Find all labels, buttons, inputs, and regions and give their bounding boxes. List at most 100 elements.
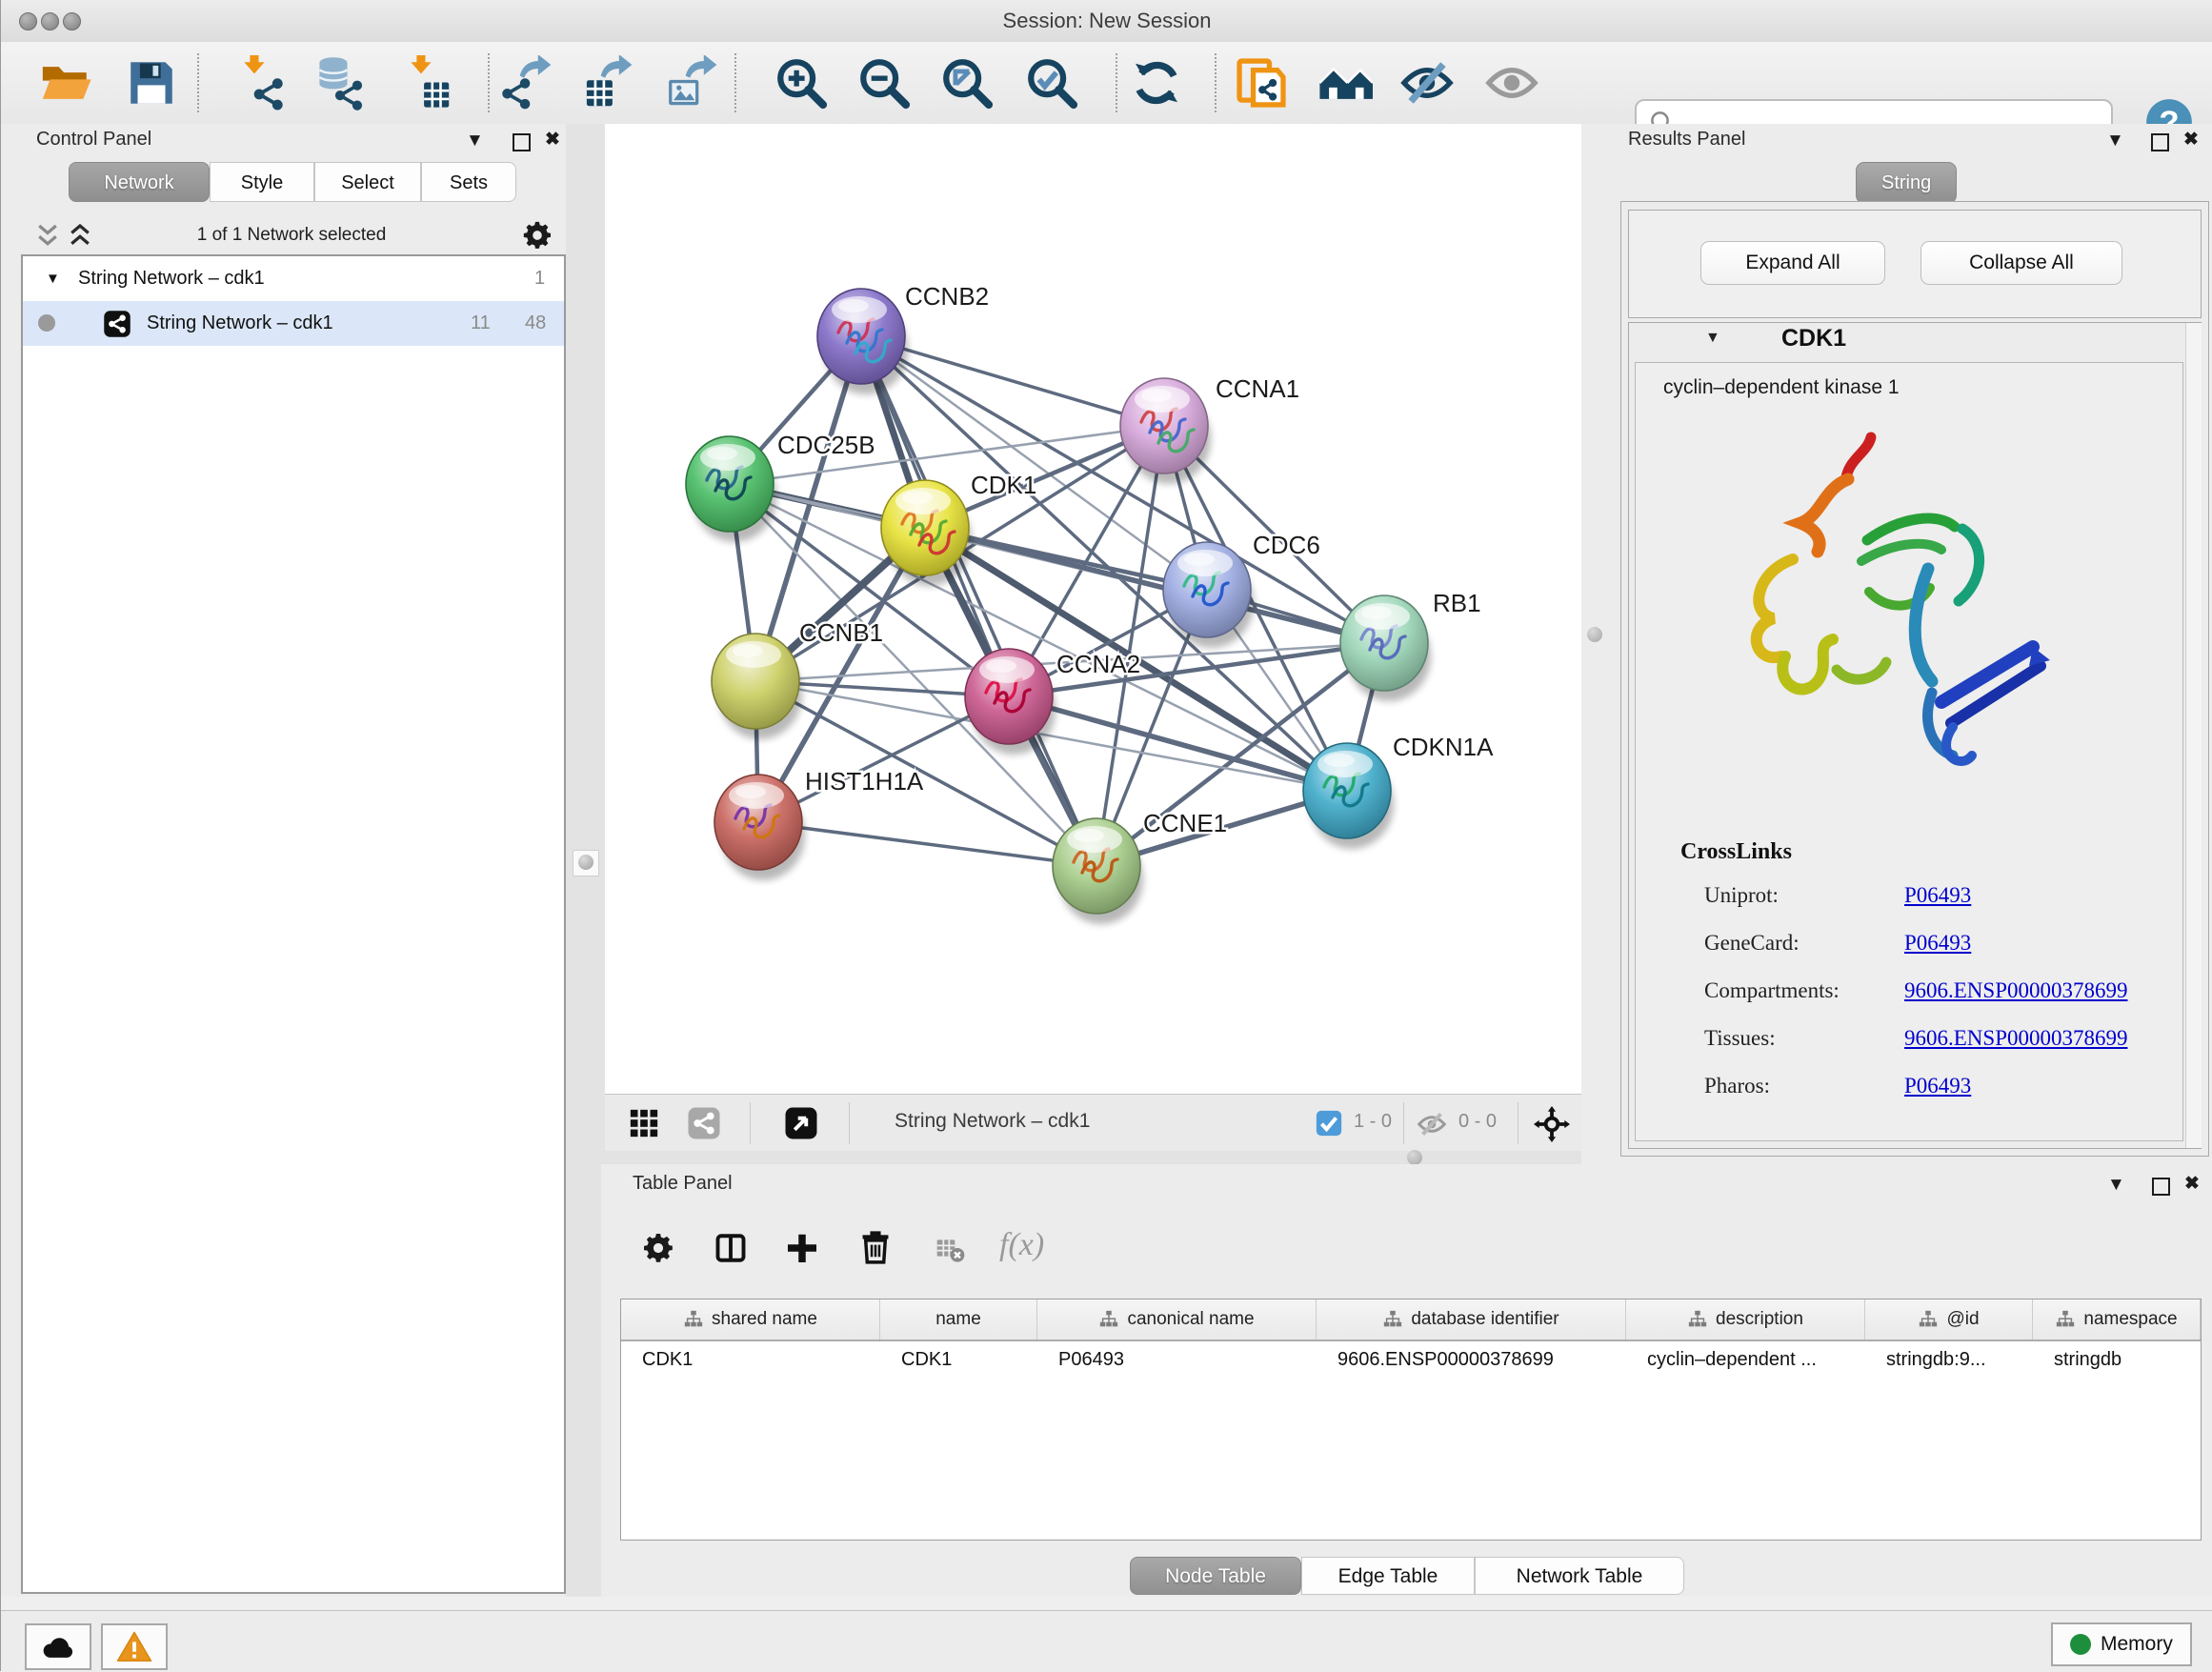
birdseye-crosshair-icon[interactable] bbox=[1534, 1106, 1570, 1142]
table-panel-close-icon[interactable]: ✖ bbox=[2184, 1173, 2200, 1195]
table-cell[interactable]: stringdb bbox=[2033, 1341, 2201, 1381]
collapse-all-networks-icon[interactable] bbox=[33, 221, 62, 250]
grid-view-icon[interactable] bbox=[628, 1107, 660, 1139]
zoom-selected-button[interactable] bbox=[1024, 55, 1079, 111]
tab-edge-table[interactable]: Edge Table bbox=[1301, 1557, 1475, 1595]
hide-selected-button[interactable] bbox=[1399, 55, 1455, 111]
results-panel-float-icon[interactable] bbox=[2151, 133, 2169, 156]
network-node-count: 11 bbox=[471, 301, 491, 346]
crosslink-label: GeneCard: bbox=[1704, 931, 1904, 956]
right-splitter-handle[interactable] bbox=[1587, 627, 1602, 642]
first-neighbors-button[interactable] bbox=[1317, 55, 1373, 111]
show-hidden-button[interactable] bbox=[1484, 55, 1539, 111]
control-panel-float-icon[interactable] bbox=[513, 133, 531, 156]
cdk1-expander-icon[interactable]: ▼ bbox=[1705, 330, 1720, 347]
import-table-button[interactable] bbox=[399, 55, 454, 111]
string-view-icon[interactable] bbox=[687, 1106, 721, 1140]
edge-CCNA1-CCNE1[interactable] bbox=[1096, 426, 1164, 866]
collapse-all-button[interactable]: Collapse All bbox=[1920, 241, 2122, 285]
toolbar-separator bbox=[1116, 53, 1117, 112]
column-header-shared-name[interactable]: shared name bbox=[621, 1299, 880, 1340]
node-CCNA1[interactable]: CCNA1 bbox=[1120, 374, 1299, 484]
node-CDC6[interactable]: CDC6 bbox=[1163, 531, 1320, 648]
table-panel-float-icon[interactable] bbox=[2152, 1178, 2170, 1200]
zoom-out-button[interactable] bbox=[856, 55, 912, 111]
crosslink-link[interactable]: 9606.ENSP00000378699 bbox=[1904, 978, 2128, 1003]
node-CCNA2[interactable]: CCNA2 bbox=[965, 649, 1140, 755]
crosslink-link[interactable]: P06493 bbox=[1904, 1074, 1971, 1098]
network-collection-row[interactable]: ▼ String Network – cdk1 1 bbox=[23, 256, 564, 301]
node-CCNB1[interactable]: CCNB1 bbox=[712, 618, 883, 739]
selected-checkbox-icon[interactable] bbox=[1315, 1109, 1343, 1138]
tab-node-table[interactable]: Node Table bbox=[1130, 1557, 1301, 1595]
column-header-name[interactable]: name bbox=[880, 1299, 1037, 1340]
column-header-canonical-name[interactable]: canonical name bbox=[1037, 1299, 1317, 1340]
crosslink-link[interactable]: P06493 bbox=[1904, 931, 1971, 956]
clone-network-button[interactable] bbox=[1234, 55, 1289, 111]
show-columns-icon[interactable] bbox=[714, 1231, 748, 1265]
node-RB1[interactable]: RB1 bbox=[1340, 589, 1481, 701]
right-splitter[interactable] bbox=[1581, 124, 1611, 1094]
zoom-fit-button[interactable] bbox=[939, 55, 995, 111]
results-scrollbar[interactable] bbox=[2185, 323, 2202, 1148]
bottom-splitter-handle[interactable] bbox=[1407, 1150, 1422, 1165]
export-table-button[interactable] bbox=[580, 55, 635, 111]
column-header-description[interactable]: description bbox=[1626, 1299, 1865, 1340]
table-cell[interactable]: CDK1 bbox=[621, 1341, 880, 1381]
table-cell[interactable]: 9606.ENSP00000378699 bbox=[1317, 1341, 1626, 1381]
node-CDK1[interactable]: CDK1 bbox=[881, 471, 1036, 586]
import-network-from-database-button[interactable] bbox=[312, 55, 367, 111]
refresh-button[interactable] bbox=[1129, 55, 1184, 111]
table-panel-menu-icon[interactable]: ▼ bbox=[2107, 1175, 2125, 1196]
node-CDC25B[interactable]: CDC25B bbox=[686, 431, 875, 542]
expand-all-networks-icon[interactable] bbox=[66, 221, 94, 250]
detach-view-icon[interactable] bbox=[784, 1106, 818, 1140]
control-panel-menu-icon[interactable]: ▼ bbox=[466, 131, 484, 151]
node-HIST1H1A[interactable]: HIST1H1A bbox=[714, 767, 924, 880]
tab-network-table[interactable]: Network Table bbox=[1475, 1557, 1684, 1595]
tab-sets[interactable]: Sets bbox=[421, 162, 516, 202]
export-network-button[interactable] bbox=[499, 55, 554, 111]
tab-network[interactable]: Network bbox=[69, 162, 210, 202]
memory-button[interactable]: Memory bbox=[2051, 1622, 2192, 1666]
results-panel-menu-icon[interactable]: ▼ bbox=[2106, 131, 2124, 151]
network-row-selected[interactable]: String Network – cdk1 11 48 bbox=[23, 301, 564, 346]
left-splitter-handle[interactable] bbox=[573, 850, 599, 876]
edge-HIST1H1A-CCNE1[interactable] bbox=[758, 822, 1096, 866]
node-CCNE1[interactable]: CCNE1 bbox=[1053, 809, 1227, 924]
import-network-button[interactable] bbox=[232, 55, 288, 111]
delete-column-icon[interactable] bbox=[857, 1229, 894, 1265]
table-cell[interactable]: CDK1 bbox=[880, 1341, 1037, 1381]
crosslink-link[interactable]: P06493 bbox=[1904, 883, 1971, 908]
add-column-icon[interactable] bbox=[785, 1231, 819, 1265]
tab-style[interactable]: Style bbox=[210, 162, 314, 202]
control-panel-close-icon[interactable]: ✖ bbox=[545, 129, 560, 151]
column-label: canonical name bbox=[1127, 1309, 1254, 1330]
column-header--id[interactable]: @id bbox=[1865, 1299, 2033, 1340]
export-image-button[interactable] bbox=[665, 55, 720, 111]
warnings-button[interactable] bbox=[101, 1623, 168, 1670]
network-canvas[interactable]: CCNB2CCNA1CDC25BCDK1CDC6RB1CCNB1CCNA2CDK… bbox=[605, 124, 1581, 1094]
tab-string[interactable]: String bbox=[1856, 162, 1957, 204]
table-cell[interactable]: stringdb:9... bbox=[1865, 1341, 2033, 1381]
column-header-namespace[interactable]: namespace bbox=[2033, 1299, 2201, 1340]
node-CDKN1A[interactable]: CDKN1A bbox=[1303, 733, 1494, 849]
crosslink-row: Tissues:9606.ENSP00000378699 bbox=[1704, 1026, 2162, 1051]
collection-expander-icon[interactable]: ▼ bbox=[46, 256, 60, 301]
results-panel-close-icon[interactable]: ✖ bbox=[2183, 129, 2199, 151]
table-options-gear-icon[interactable] bbox=[641, 1231, 675, 1265]
expand-all-button[interactable]: Expand All bbox=[1700, 241, 1885, 285]
tab-select[interactable]: Select bbox=[314, 162, 421, 202]
network-options-gear-icon[interactable] bbox=[521, 219, 553, 252]
table-cell[interactable]: cyclin–dependent ... bbox=[1626, 1341, 1865, 1381]
save-session-button[interactable] bbox=[124, 55, 179, 111]
cloud-button[interactable] bbox=[25, 1623, 91, 1670]
crosslink-link[interactable]: 9606.ENSP00000378699 bbox=[1904, 1026, 2128, 1051]
collection-label: String Network – cdk1 bbox=[78, 256, 265, 301]
table-row[interactable]: CDK1CDK1P064939606.ENSP00000378699cyclin… bbox=[621, 1341, 2201, 1381]
zoom-in-button[interactable] bbox=[774, 55, 829, 111]
open-session-button[interactable] bbox=[38, 55, 93, 111]
table-cell[interactable]: P06493 bbox=[1037, 1341, 1317, 1381]
column-header-database-identifier[interactable]: database identifier bbox=[1317, 1299, 1626, 1340]
left-splitter[interactable] bbox=[566, 124, 605, 1597]
